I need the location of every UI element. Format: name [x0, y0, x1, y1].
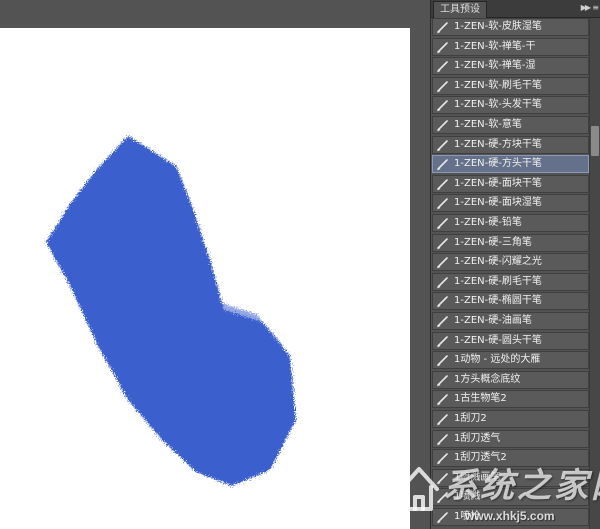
- scroll-thumb[interactable]: [591, 126, 599, 156]
- brush-icon: [437, 296, 448, 308]
- preset-item[interactable]: 1-ZEN-软-禅笔-干: [432, 37, 589, 56]
- canvas-area[interactable]: [0, 0, 430, 529]
- brush-icon: [437, 22, 448, 34]
- tool-presets-panel: 工具预设 ▶▶ ≡ 1-ZEN-软-皮肤湿笔 1-ZEN-软-禅笔-干 1-ZEN-…: [430, 0, 600, 529]
- document-canvas[interactable]: [0, 28, 410, 529]
- preset-label: 1-ZEN-软-皮肤湿笔: [454, 21, 542, 32]
- preset-item[interactable]: 1-ZEN-硬-圆头干笔: [432, 331, 589, 350]
- preset-label: 1-ZEN-硬-面块湿笔: [454, 197, 542, 209]
- brush-icon: [437, 433, 448, 446]
- preset-item[interactable]: 1-ZEN-软-刷毛干笔: [432, 76, 589, 95]
- preset-item[interactable]: 1-ZEN-软-头发干笔: [432, 96, 589, 115]
- preset-label: 1动物 - 远处的大雁: [454, 354, 541, 366]
- preset-label: 1-ZEN-硬-方头干笔: [454, 158, 542, 170]
- paint-stroke: [46, 136, 296, 486]
- brush-icon: [437, 355, 448, 367]
- preset-item[interactable]: 1刮刀透气: [432, 429, 589, 448]
- preset-label: 1-ZEN-硬-铅笔: [454, 217, 522, 228]
- brush-icon: [437, 61, 448, 73]
- preset-item[interactable]: 1-ZEN-硬-方块干笔: [432, 135, 589, 154]
- preset-label: 1-ZEN-硬-油画笔: [454, 315, 532, 326]
- preset-label: 1-ZEN-软-意笔: [454, 119, 522, 130]
- brush-icon: [437, 257, 448, 269]
- preset-item[interactable]: 1方头概念底纹: [432, 370, 589, 389]
- brush-icon: [437, 178, 448, 191]
- preset-label: 1-ZEN-硬-刷毛干笔: [454, 275, 542, 287]
- preset-label: 1-ZEN-硬-圆头干笔: [454, 334, 542, 346]
- preset-item[interactable]: 1-ZEN-硬-闪耀之光: [432, 253, 589, 272]
- preset-item[interactable]: 1-ZEN-软-皮肤湿笔: [432, 18, 589, 36]
- preset-item[interactable]: 1-ZEN-硬-铅笔: [432, 214, 589, 232]
- brush-icon: [437, 139, 448, 152]
- brush-icon: [437, 100, 448, 112]
- brush-icon: [437, 335, 448, 348]
- brush-icon: [437, 394, 448, 406]
- preset-label: 1-ZEN-硬-方块干笔: [454, 138, 542, 150]
- preset-label: 1-ZEN-软-禅笔-干: [454, 40, 536, 52]
- house-logo-icon: [399, 467, 439, 511]
- panel-header: 工具预设 ▶▶ ≡: [431, 0, 600, 18]
- brush-icon: [437, 316, 448, 328]
- preset-label: 1-ZEN-软-头发干笔: [454, 99, 542, 111]
- preset-label: 1-ZEN-硬-闪耀之光: [454, 256, 542, 268]
- brush-icon: [437, 237, 448, 250]
- preset-label: 1-ZEN-硬-椭圆干笔: [454, 295, 542, 307]
- preset-item[interactable]: 1刮刀2: [432, 410, 589, 428]
- preset-item[interactable]: 1-ZEN-硬-油画笔: [432, 312, 589, 330]
- brush-icon: [437, 120, 448, 132]
- preset-label: 1方头概念底纹: [454, 373, 521, 385]
- brush-icon: [437, 414, 448, 426]
- brush-icon: [437, 218, 448, 230]
- preset-item[interactable]: 1-ZEN-软-禅笔-湿: [432, 57, 589, 76]
- brush-icon: [437, 159, 448, 171]
- panel-menu-icon[interactable]: ≡: [592, 1, 599, 15]
- double-chevron-right-icon[interactable]: ▶▶: [581, 1, 591, 15]
- preset-item[interactable]: 1动物 - 远处的大雁: [432, 351, 589, 370]
- preset-item[interactable]: 1-ZEN-硬-方头干笔: [432, 155, 589, 174]
- preset-label: 1-ZEN-软-禅笔-湿: [454, 60, 536, 72]
- preset-item[interactable]: 1-ZEN-软-意笔: [432, 116, 589, 134]
- preset-item[interactable]: 1古生物笔2: [432, 390, 589, 409]
- brush-icon: [437, 374, 448, 387]
- preset-label: 1刮刀2: [454, 413, 487, 424]
- preset-label: 1古生物笔2: [454, 393, 507, 405]
- watermark-name: 系统之家网: [443, 466, 600, 506]
- preset-label: 1-ZEN-硬-三角笔: [454, 236, 532, 248]
- brush-icon: [437, 80, 448, 93]
- watermark-url: www.xhkj5.com: [465, 509, 555, 523]
- preset-item[interactable]: 1-ZEN-硬-椭圆干笔: [432, 292, 589, 311]
- tab-tool-presets[interactable]: 工具预设: [433, 1, 487, 18]
- preset-label: 1-ZEN-软-刷毛干笔: [454, 79, 542, 91]
- preset-label: 1刮刀透气: [454, 432, 501, 444]
- brush-icon: [437, 41, 448, 54]
- scrollbar[interactable]: [589, 18, 600, 529]
- brush-icon: [437, 198, 448, 210]
- preset-list[interactable]: 1-ZEN-软-皮肤湿笔 1-ZEN-软-禅笔-干 1-ZEN-软-禅笔-湿 1-ZE…: [432, 18, 589, 529]
- preset-item[interactable]: 1-ZEN-硬-刷毛干笔: [432, 272, 589, 291]
- preset-item[interactable]: 1-ZEN-硬-面块干笔: [432, 174, 589, 193]
- preset-item[interactable]: 1-ZEN-硬-三角笔: [432, 233, 589, 252]
- watermark: 系统之家网 www.xhkj5.com: [395, 455, 600, 529]
- brush-icon: [437, 276, 448, 289]
- preset-label: 1-ZEN-硬-面块干笔: [454, 177, 542, 189]
- preset-item[interactable]: 1-ZEN-硬-面块湿笔: [432, 194, 589, 213]
